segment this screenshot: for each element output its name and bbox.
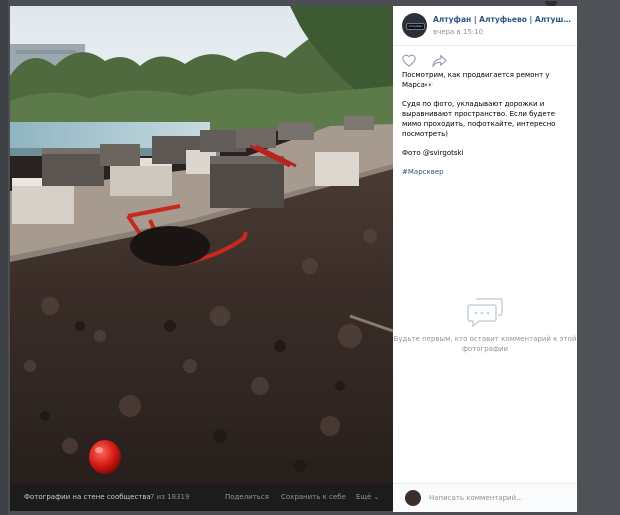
comment-input[interactable] [429,489,569,506]
album-title-link[interactable]: Фотографии на стене сообщества [24,484,151,511]
community-name-link[interactable]: Алтуфан | Алтуфьево | Алтушка, пр... [433,15,571,24]
heart-icon[interactable] [402,54,416,67]
photo-toolbar: Фотографии на стене сообщества 7 из 1831… [10,484,393,511]
comment-composer [393,483,577,512]
photo-counter: 7 из 18319 [150,493,190,501]
post-header: Алтуфан Алтуфан | Алтуфьево | Алтушка, п… [393,6,577,46]
post-body: Посмотрим, как продвигается ремонт у Мар… [402,54,570,176]
community-avatar[interactable]: Алтуфан [402,13,427,38]
post-time[interactable]: вчера в 15:10 [433,28,483,36]
chat-bubbles-icon [467,298,503,328]
community-logo: Алтуфан [406,23,425,30]
hashtag-link[interactable]: #Марсквер [402,168,444,176]
construction-site-photo [10,6,393,484]
user-avatar[interactable] [405,490,421,506]
post-actions [402,54,570,70]
post-text-credit: Фото @svirgotski [402,149,464,157]
share-photo-button[interactable]: Поделиться [225,484,269,511]
photo-viewer-image[interactable] [10,6,393,484]
backdrop-left-strip [0,0,8,515]
empty-comments-placeholder: Будьте первым, кто оставит комментарий к… [393,296,577,354]
more-actions-button[interactable]: Ещё ⌄ [356,484,379,511]
empty-comments-text: Будьте первым, кто оставит комментарий к… [393,335,577,353]
post-text-intro: Посмотрим, как продвигается ремонт у Мар… [402,71,550,89]
photo-info-panel: Алтуфан Алтуфан | Алтуфьево | Алтушка, п… [393,6,577,512]
share-arrow-icon[interactable] [432,55,447,67]
save-photo-button[interactable]: Сохранить к себе [281,484,346,511]
backdrop-right-strip [577,0,620,515]
post-text-details: Судя по фото, укладывают дорожки и вырав… [402,100,556,138]
